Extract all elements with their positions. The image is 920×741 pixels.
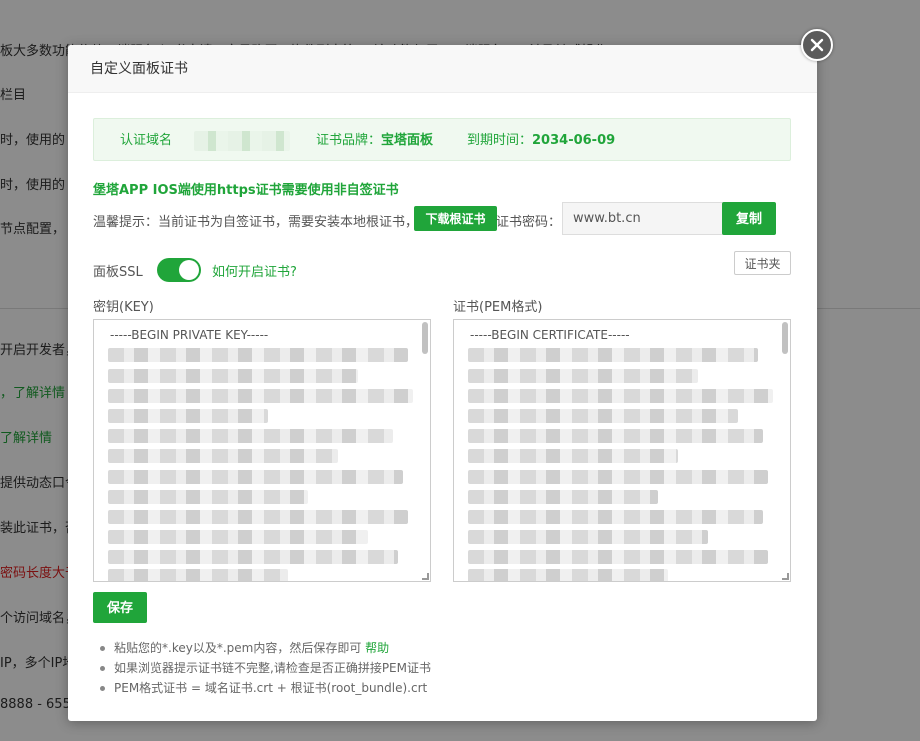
expiry-value: 2034-06-09 — [532, 133, 616, 148]
redacted-line — [108, 470, 403, 484]
cert-textarea[interactable]: -----BEGIN CERTIFICATE----- — [453, 319, 791, 582]
redacted-line — [108, 348, 408, 362]
redacted-line — [468, 348, 758, 362]
redacted-line — [108, 369, 358, 383]
expiry-label: 到期时间： — [467, 133, 533, 148]
brand-value: 宝塔面板 — [381, 133, 434, 148]
close-icon — [810, 38, 824, 52]
download-root-cert-button[interactable]: 下载根证书 — [414, 206, 497, 231]
redacted-line — [108, 530, 368, 544]
domain-label: 认证域名 — [120, 133, 173, 148]
panel-ssl-label: 面板SSL — [93, 265, 143, 280]
cert-password-label: 证书密码： — [496, 215, 562, 230]
key-textarea[interactable]: -----BEGIN PRIVATE KEY----- — [93, 319, 431, 582]
note-item: PEM格式证书 = 域名证书.crt + 根证书(root_bundle).cr… — [100, 678, 431, 698]
brand-label: 证书品牌： — [316, 133, 382, 148]
redacted-line — [468, 550, 768, 564]
cert-expiry: 到期时间：2034-06-09 — [467, 119, 615, 162]
redacted-line — [108, 449, 338, 463]
redacted-line — [468, 369, 698, 383]
note-text: PEM格式证书 = 域名证书.crt + 根证书(root_bundle).cr… — [114, 681, 428, 695]
redacted-line — [468, 490, 658, 504]
note-text: 粘贴您的*.key以及*.pem内容，然后保存即可 — [114, 641, 362, 655]
redacted-line — [468, 449, 678, 463]
redacted-line — [108, 550, 398, 564]
cert-first-line: -----BEGIN CERTIFICATE----- — [470, 328, 630, 342]
redacted-line — [468, 470, 768, 484]
redacted-line — [468, 429, 763, 443]
toggle-knob — [179, 260, 199, 280]
custom-cert-dialog: 自定义面板证书 认证域名 证书品牌：宝塔面板 到期时间：2034-06-09 堡… — [68, 45, 817, 721]
copy-button[interactable]: 复制 — [722, 202, 776, 235]
key-field-label: 密钥(KEY) — [93, 300, 154, 315]
panel-ssl-row: 面板SSL 如何开启证书? — [93, 258, 793, 282]
cert-field-label: 证书(PEM格式) — [453, 300, 543, 315]
cert-info-box: 认证域名 证书品牌：宝塔面板 到期时间：2034-06-09 — [93, 118, 791, 161]
redacted-line — [108, 490, 308, 504]
notes-list: 粘贴您的*.key以及*.pem内容，然后保存即可 帮助 如果浏览器提示证书链不… — [100, 638, 431, 698]
redacted-line — [468, 530, 708, 544]
save-button[interactable]: 保存 — [93, 592, 147, 623]
redacted-line — [108, 510, 408, 524]
tip-row: 温馨提示：当前证书为自签证书，需要安装本地根证书， 下载根证书 证书密码： 复制 — [93, 202, 793, 235]
domain-value-redacted — [194, 131, 290, 151]
redacted-line — [108, 389, 413, 403]
redacted-line — [468, 569, 668, 581]
panel-ssl-toggle[interactable] — [157, 258, 201, 282]
help-link[interactable]: 帮助 — [365, 641, 389, 655]
dialog-title: 自定义面板证书 — [68, 45, 817, 93]
tip-text: 温馨提示：当前证书为自签证书，需要安装本地根证书， — [93, 215, 419, 230]
resize-grip[interactable] — [422, 573, 429, 580]
key-first-line: -----BEGIN PRIVATE KEY----- — [110, 328, 269, 342]
cert-password-field[interactable] — [562, 202, 724, 235]
redacted-line — [468, 409, 738, 423]
redacted-line — [108, 409, 268, 423]
resize-grip[interactable] — [782, 573, 789, 580]
ios-warning: 堡塔APP IOS端使用https证书需要使用非自签证书 — [93, 183, 399, 198]
note-item: 如果浏览器提示证书链不完整,请检查是否正确拼接PEM证书 — [100, 658, 431, 678]
scrollbar[interactable] — [422, 322, 428, 354]
close-dialog-button[interactable] — [801, 29, 833, 61]
scrollbar[interactable] — [782, 322, 788, 354]
redacted-line — [108, 569, 288, 581]
how-to-enable-link[interactable]: 如何开启证书? — [212, 261, 297, 280]
note-item: 粘贴您的*.key以及*.pem内容，然后保存即可 帮助 — [100, 638, 431, 658]
redacted-line — [108, 429, 393, 443]
cert-brand: 证书品牌：宝塔面板 — [316, 119, 433, 162]
note-text: 如果浏览器提示证书链不完整,请检查是否正确拼接PEM证书 — [114, 661, 431, 675]
redacted-line — [468, 389, 773, 403]
redacted-line — [468, 510, 763, 524]
cert-folder-button[interactable]: 证书夹 — [734, 251, 791, 275]
